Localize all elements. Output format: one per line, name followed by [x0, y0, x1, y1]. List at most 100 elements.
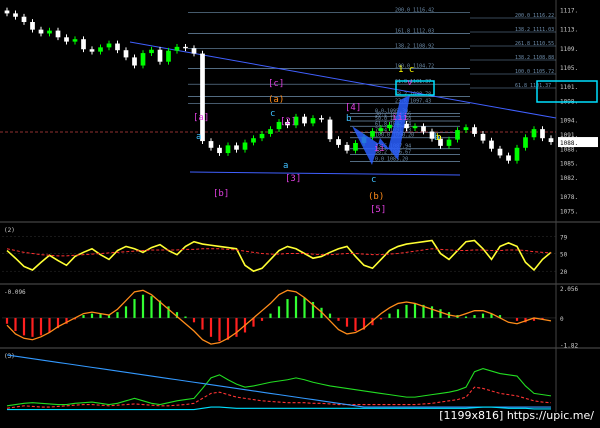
- wave-label: c: [270, 109, 275, 119]
- candle: [378, 128, 384, 132]
- candle: [421, 126, 426, 132]
- candle: [13, 13, 18, 17]
- candle: [81, 39, 86, 50]
- candle: [463, 127, 469, 131]
- candle: [47, 30, 52, 34]
- candle: [140, 53, 146, 66]
- candle: [251, 138, 256, 143]
- candle: [106, 43, 112, 48]
- price-tick-label: 1094.: [560, 118, 578, 125]
- right-fib-label: 61.8 1101.37: [515, 83, 551, 89]
- oscillator-line: [6, 239, 552, 273]
- fib-label: 200.0 1116.42: [395, 7, 434, 13]
- osc-name-label: (2): [4, 227, 15, 234]
- price-tick-label: 1075.: [560, 208, 578, 215]
- candle: [200, 53, 205, 142]
- fib-label: 61.8 1101.37: [395, 79, 431, 85]
- wave-label: [a]: [193, 113, 209, 123]
- candle: [4, 10, 10, 14]
- price-tick-label: 1101.: [560, 84, 578, 91]
- candle: [489, 140, 494, 149]
- wave-label: 1 c: [398, 65, 414, 75]
- wave-label: b: [346, 114, 351, 124]
- candle: [344, 144, 350, 151]
- wave-label: (a): [268, 95, 284, 105]
- candle: [64, 37, 69, 42]
- candle: [387, 124, 392, 129]
- candle: [123, 50, 129, 58]
- candle: [217, 147, 222, 154]
- candle: [319, 118, 324, 120]
- fib-label: 138.2 1108.92: [395, 43, 434, 49]
- wave-label: c: [371, 175, 376, 185]
- candle: [302, 116, 307, 124]
- right-fib-label: 261.8 1110.55: [515, 41, 554, 47]
- candle: [242, 142, 248, 150]
- price-tick-label: 1088.: [560, 146, 578, 153]
- candle: [446, 139, 452, 146]
- candle: [353, 143, 358, 151]
- candle: [480, 133, 486, 141]
- price-tick-label: 1085.: [560, 161, 578, 168]
- right-fib-label: 100.0 1105.72: [515, 69, 554, 75]
- candle: [506, 155, 511, 161]
- volume-name-label: (3): [4, 353, 15, 360]
- candle: [174, 46, 180, 51]
- candle: [310, 118, 316, 124]
- candle: [132, 57, 137, 66]
- macd-name-label: -0.096: [4, 289, 26, 296]
- osc-tick-label: 50: [560, 252, 568, 259]
- wave-label: iii: [392, 113, 408, 123]
- candle: [208, 141, 214, 148]
- right-fib-label: 200.0 1116.22: [515, 13, 554, 19]
- candle: [183, 46, 188, 49]
- candle: [21, 16, 27, 22]
- candle: [259, 133, 265, 139]
- candle: [30, 22, 35, 30]
- trendline-lower: [189, 171, 461, 176]
- wave-label: a: [283, 161, 288, 171]
- fib-label: 0.0 1085.20: [375, 157, 408, 163]
- candle: [166, 50, 171, 62]
- macd-tick-label: -1.82: [560, 342, 578, 349]
- candle: [89, 49, 95, 52]
- fib-label: 161.8 1112.03: [395, 28, 434, 34]
- wave-label: [2]: [280, 117, 296, 127]
- macd-tick-label: 0: [560, 316, 564, 323]
- candle: [268, 129, 273, 134]
- current-price-label: 1088.: [560, 140, 578, 147]
- wave-label: [b]: [213, 189, 229, 199]
- wave-label: [c]: [268, 79, 284, 89]
- candle: [157, 49, 163, 62]
- candle: [336, 139, 341, 145]
- candle: [548, 138, 554, 143]
- candle: [472, 127, 477, 134]
- candle: [72, 39, 78, 42]
- watermark: [1199x816] https://upic.me/: [439, 409, 594, 422]
- candle: [55, 30, 61, 38]
- price-tick-label: 1113.: [560, 27, 578, 34]
- wave-label: a: [196, 132, 201, 142]
- candle: [38, 29, 44, 34]
- chart-window: 1117. 1113. 1109. 1105. 1101. 1098. 1094. 1091.…: [0, 0, 600, 428]
- candle: [523, 137, 528, 148]
- osc-tick-label: 79: [560, 234, 568, 241]
- candle: [98, 47, 103, 52]
- candle: [412, 126, 418, 129]
- price-tick-label: 1078.: [560, 194, 578, 201]
- candle: [115, 43, 120, 51]
- osc-tick-label: 20: [560, 269, 568, 276]
- candle: [514, 147, 520, 161]
- candle: [455, 130, 460, 140]
- candle: [327, 119, 333, 140]
- candle: [497, 148, 503, 156]
- wave-label: [3]: [285, 174, 301, 184]
- candle: [531, 129, 537, 138]
- wave-label: v: [407, 78, 412, 88]
- price-chart[interactable]: 1117.1113.1109.1105.1101.1098.1094.1091.…: [0, 0, 600, 428]
- wave-label: [5]: [370, 205, 386, 215]
- wave-label: ii: [374, 144, 385, 154]
- wave-label: [4]: [345, 103, 361, 113]
- price-tick-label: 1105.: [560, 65, 578, 72]
- candle: [191, 48, 197, 54]
